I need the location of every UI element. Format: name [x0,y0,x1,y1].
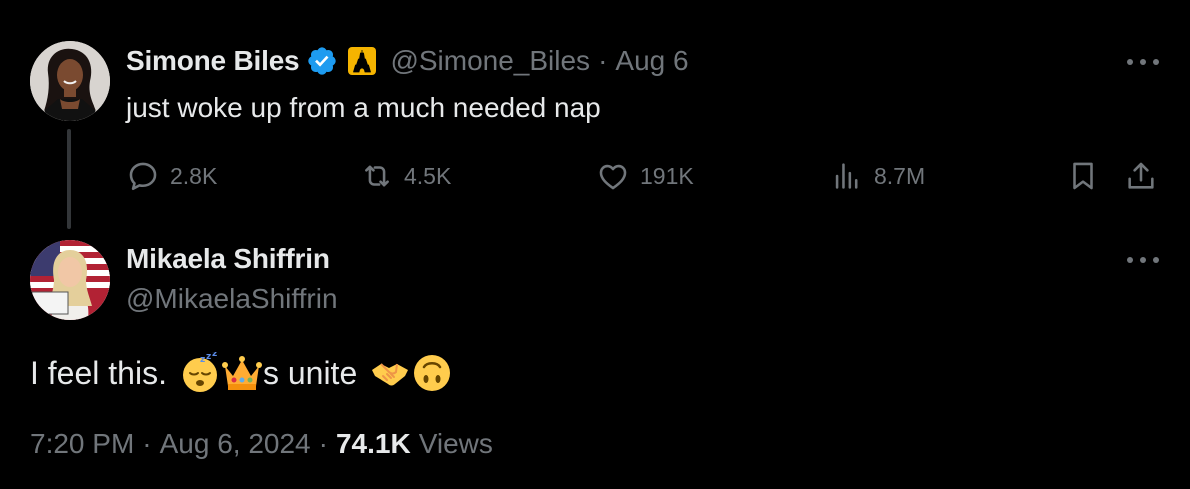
analytics-icon [835,163,858,189]
retweet-icon [365,165,389,187]
author-handle[interactable]: @Simone_Biles [390,45,590,77]
separator-dot: · [318,428,328,459]
reply-icon [129,162,157,191]
heart-icon [599,164,627,190]
tweet-meta: 7:20 PM · Aug 6, 2024 · 74.1K Views [30,428,493,460]
bookmark-button[interactable] [1066,156,1100,196]
retweet-count: 4.5K [404,162,452,189]
tweet-text: just woke up from a much needed nap [126,92,601,123]
svg-text:z: z [206,352,211,362]
views-button[interactable]: 8.7M [830,156,925,196]
separator-dot: · [142,428,152,459]
more-options-icon[interactable] [1127,55,1159,69]
reply-text: I feel this. z z z s unite [30,350,453,396]
eiffel-tower-icon[interactable] [348,47,377,75]
reply-author-handle[interactable]: @MikaelaShiffrin [126,283,338,315]
tweet-full-date[interactable]: Aug 6, 2024 [160,428,311,460]
reply-author-row: Mikaela Shiffrin [126,242,330,276]
author-row: Simone Biles @Simone_Biles · Aug 6 [126,44,689,78]
separator-dot: · [598,45,608,76]
tweet-time[interactable]: 7:20 PM [30,428,134,460]
tweet-date[interactable]: Aug 6 [615,45,688,77]
tweet-views-count[interactable]: 74.1K [336,428,411,460]
avatar-mikaela-shiffrin[interactable] [30,240,110,320]
reply-count: 2.8K [170,162,218,189]
more-options-icon[interactable] [1127,253,1159,267]
tweet-views-label[interactable]: Views [419,428,493,460]
views-count: 8.7M [874,162,926,189]
verified-badge-icon[interactable] [306,45,338,77]
like-count: 191K [640,162,694,189]
tweet-thread: Simone Biles @Simone_Biles · Aug 6 just … [0,0,1190,489]
svg-text:z: z [212,352,217,359]
avatar-simone-biles[interactable] [30,41,110,121]
thread-connector-line [67,129,71,229]
svg-text:z: z [200,355,205,365]
sleeping-face-emoji: z z z [179,352,221,394]
crown-emoji [221,352,263,394]
upside-down-face-emoji [411,352,453,394]
handshake-emoji [369,352,411,394]
share-button[interactable] [1124,156,1158,196]
bookmark-icon [1073,162,1093,190]
tweet-action-bar: 2.8K 4.5K 191K 8.7M [126,156,1166,196]
author-display-name[interactable]: Simone Biles [126,45,300,77]
reply-author-display-name[interactable]: Mikaela Shiffrin [126,243,330,275]
reply-text-part-2: s unite [262,354,358,391]
retweet-button[interactable]: 4.5K [360,156,451,196]
share-icon [1128,162,1154,189]
reply-button[interactable]: 2.8K [126,156,217,196]
like-button[interactable]: 191K [596,156,694,196]
reply-text-part-1: I feel this. [30,354,167,391]
